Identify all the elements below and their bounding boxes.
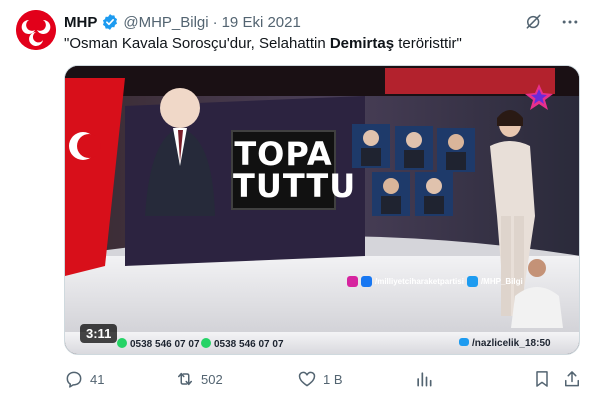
grok-button[interactable] [520, 8, 548, 36]
share-icon [565, 371, 579, 387]
ticker-handle: /nazlicelik_ [459, 338, 525, 349]
retweet-button[interactable]: 502 [175, 367, 223, 391]
video-frame [65, 66, 579, 354]
mhp-logo-icon [16, 10, 56, 50]
tweet-card[interactable]: MHP @MHP_Bilgi · 19 Eki 2021 "Osman Kava… [0, 0, 594, 401]
instagram-icon [347, 276, 358, 287]
retweet-count: 502 [201, 371, 223, 387]
headline-line1: TOPA [234, 135, 333, 173]
facebook-icon [361, 276, 372, 287]
whatsapp-icon [201, 338, 211, 348]
ticker-phone2: 0538 546 07 07 [201, 338, 284, 350]
author-name[interactable]: MHP [64, 14, 97, 31]
video-duration: 3:11 [80, 324, 118, 343]
like-button[interactable]: 1 B [297, 367, 343, 391]
retweet-icon [178, 372, 192, 386]
headline-line2: TUTTU [233, 167, 357, 205]
twitter-icon [466, 276, 478, 287]
ticker-phone1: 0538 546 07 07 [117, 338, 200, 350]
social-strip: /milliyetciharaketpartisi /MHP_Bilgi [347, 276, 523, 287]
bookmark-button[interactable] [532, 367, 552, 391]
bookmark-icon [536, 371, 548, 387]
headline-box: TOPA TUTTU [231, 130, 357, 210]
grok-icon [526, 14, 541, 29]
action-bar: 41 502 1 B [64, 367, 580, 391]
social-text: /milliyetciharaketpartisi [375, 277, 464, 286]
reply-button[interactable]: 41 [64, 367, 104, 391]
social-handle: /MHP_Bilgi [480, 277, 523, 286]
tweet-text-bold: Demirtaş [329, 35, 395, 52]
views-chart-icon [417, 372, 432, 387]
reply-icon [66, 371, 82, 388]
verified-badge-icon [103, 14, 118, 30]
more-icon [562, 20, 578, 24]
tweet-text-part2: teröristtir" [394, 35, 462, 52]
ticker-clock: 18:50 [525, 338, 551, 349]
ticker-bar: 0538 546 07 07 0538 546 07 07 /nazliceli… [65, 332, 579, 354]
whatsapp-icon [117, 338, 127, 348]
reply-count: 41 [90, 371, 105, 387]
share-button[interactable] [562, 367, 582, 391]
more-button[interactable] [556, 8, 584, 36]
author-handle[interactable]: @MHP_Bilgi [123, 14, 208, 31]
like-count: 1 B [323, 371, 343, 387]
tweet-text-part1: "Osman Kavala Sorosçu'dur, Selahattin [64, 35, 330, 52]
video-player[interactable]: TOPA TUTTU /milliyetciharaketpartisi /MH… [64, 65, 580, 355]
tweet-date[interactable]: 19 Eki 2021 [222, 14, 301, 31]
twitter-icon [459, 338, 469, 346]
views-button[interactable] [414, 367, 434, 391]
tweet-header: MHP @MHP_Bilgi · 19 Eki 2021 [64, 12, 301, 32]
avatar[interactable] [16, 10, 56, 50]
heart-icon [298, 371, 316, 387]
top-actions [520, 8, 584, 36]
separator: · [212, 13, 218, 31]
tweet-text: "Osman Kavala Sorosçu'dur, Selahattin De… [64, 34, 462, 54]
